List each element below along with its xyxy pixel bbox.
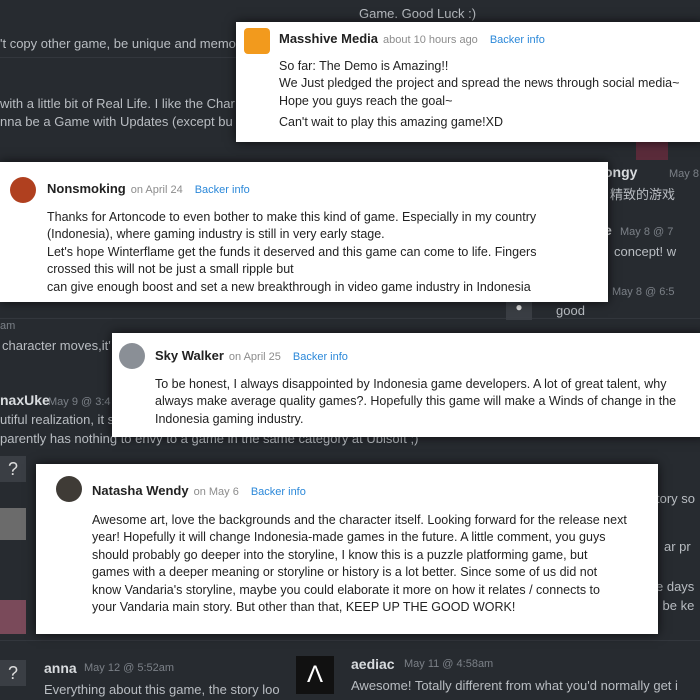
bg-comment-text: Everything about this game, the story lo… <box>44 682 280 697</box>
comment-body: Thanks for Artoncode to even bother to m… <box>47 209 608 297</box>
comment-line: Let's hope Winterflame get the funds it … <box>47 244 537 259</box>
comment-line: can give enough boost and set a new brea… <box>47 279 531 294</box>
bg-comment-text: character moves,it' <box>2 338 111 353</box>
comment-time: about 10 hours ago <box>383 34 478 46</box>
bg-comment-text: utiful realization, it s <box>0 412 115 427</box>
comment-body: To be honest, I always disappointed by I… <box>155 376 700 429</box>
comment-line: Awesome art, love the backgrounds and th… <box>92 512 627 527</box>
bg-comment-text: with a little bit of Real Life. I like t… <box>0 96 235 111</box>
comment-line: To be honest, I always disappointed by I… <box>155 376 667 391</box>
comment-time: on May 6 <box>193 486 239 498</box>
avatar <box>0 508 26 540</box>
comment-card-nonsmoking: Nonsmoking on April 24 Backer info Thank… <box>0 162 608 302</box>
comment-line: games with a deeper meaning or storyline… <box>92 565 598 579</box>
avatar <box>56 476 82 502</box>
bg-commenter-name: ongy <box>604 164 638 180</box>
avatar <box>0 600 26 634</box>
comment-line: should probably go deeper into the story… <box>92 547 588 562</box>
backer-info-link[interactable]: Backer info <box>195 182 250 200</box>
commenter-name[interactable]: Nonsmoking <box>47 180 126 198</box>
bg-comment-text: Game. Good Luck :) <box>359 6 477 21</box>
divider <box>0 57 236 58</box>
bg-comment-text: tory so <box>656 491 696 506</box>
comment-line: Can't wait to play this amazing game!XD <box>279 115 504 129</box>
comment-line: Thanks for Artoncode to even bother to m… <box>47 209 537 224</box>
avatar <box>244 28 270 54</box>
comment-line: We Just pledged the project and spread t… <box>279 76 680 90</box>
comment-line: year! Hopefully it will change Indonesia… <box>92 530 606 544</box>
bg-comment-text: nna be a Game with Updates (except bu <box>0 114 233 129</box>
comment-line: know Vandaria's storyline, maybe you cou… <box>92 582 600 597</box>
comment-header: Sky Walker on April 25 Backer info <box>155 347 700 367</box>
comment-line: Hope you guys reach the goal~ <box>279 93 453 108</box>
comment-line: your Vandaria main story. But other than… <box>92 600 516 614</box>
comment-body: Awesome art, love the backgrounds and th… <box>92 512 658 617</box>
bg-comment-text: 't copy other game, be unique and memo <box>0 36 236 51</box>
bg-commenter-name: naxUke <box>0 392 50 408</box>
avatar <box>10 177 36 203</box>
divider <box>0 318 700 319</box>
comment-line: (Indonesia), where gaming industry is st… <box>47 227 385 241</box>
comment-line: always make average quality games?. Hope… <box>155 394 677 408</box>
question-mark-icon: ? <box>0 456 26 482</box>
comment-header: Natasha Wendy on May 6 Backer info <box>92 482 658 502</box>
backer-info-link[interactable]: Backer info <box>293 349 348 367</box>
bg-comment-text: Awesome! Totally different from what you… <box>351 678 678 693</box>
bg-comment-date: May 8 @ 6:5 <box>612 286 675 298</box>
divider <box>0 640 700 641</box>
commenter-name[interactable]: Sky Walker <box>155 347 224 365</box>
bg-comment-text: l be ke <box>656 598 695 613</box>
comment-body: So far: The Demo is Amazing!! We Just pl… <box>279 58 700 132</box>
bg-comment-date: May 9 @ 3:4 <box>48 396 111 408</box>
bg-comment-date: am <box>0 320 16 332</box>
comment-line: Indonesia gaming industry. <box>155 411 304 426</box>
bg-comment-text: good <box>556 303 585 318</box>
comment-time: on April 25 <box>228 351 281 363</box>
comment-header: Masshive Media about 10 hours ago Backer… <box>279 30 700 50</box>
commenter-name[interactable]: Masshive Media <box>279 30 378 48</box>
comment-card-natasha-wendy: Natasha Wendy on May 6 Backer info Aweso… <box>36 464 658 634</box>
avatar <box>119 343 145 369</box>
comment-card-masshive-media: Masshive Media about 10 hours ago Backer… <box>236 22 700 142</box>
bg-commenter-name: anna <box>44 660 77 676</box>
bg-comment-text: 精致的游戏 <box>610 187 676 202</box>
question-mark-icon: ? <box>0 660 26 686</box>
bg-comment-date: May 8 <box>669 168 699 180</box>
bg-comment-text: concept! w <box>614 244 677 259</box>
bg-commenter-name: aediac <box>351 656 395 672</box>
comment-line: crossed this will not be just a small ri… <box>47 262 294 276</box>
commenter-name[interactable]: Natasha Wendy <box>92 482 189 500</box>
comment-time: on April 24 <box>130 184 183 196</box>
bg-comment-text: ar pr <box>664 539 691 554</box>
comment-card-sky-walker: Sky Walker on April 25 Backer info To be… <box>112 333 700 437</box>
bg-comment-date: May 11 @ 4:58am <box>404 658 494 670</box>
backer-info-link[interactable]: Backer info <box>490 32 545 50</box>
bg-comment-date: May 12 @ 5:52am <box>84 662 175 674</box>
comment-line: So far: The Demo is Amazing!! <box>279 58 449 73</box>
bg-comment-text: e days <box>656 579 695 594</box>
avatar: Λ <box>296 656 334 694</box>
comment-header: Nonsmoking on April 24 Backer info <box>47 180 608 200</box>
bg-comment-date: May 8 @ 7 <box>620 226 674 238</box>
backer-info-link[interactable]: Backer info <box>251 484 306 502</box>
